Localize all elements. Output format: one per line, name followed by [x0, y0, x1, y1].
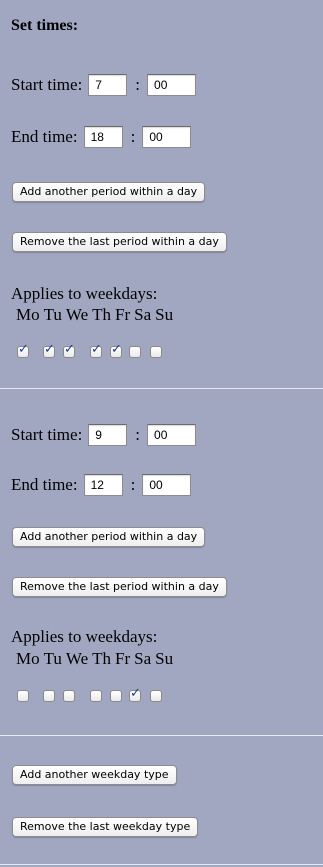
weekday-label: Mo [16, 305, 40, 324]
remove-period-button-1[interactable]: Remove the last period within a day [12, 232, 227, 252]
checkbox-tu[interactable] [43, 342, 55, 358]
start-minute-input-2[interactable]: 00 [147, 424, 197, 446]
applies-to-weekdays-label: Applies to weekdays: [11, 284, 158, 303]
remove-weekday-type-button[interactable]: Remove the last weekday type [12, 817, 199, 837]
weekday-label: Su [155, 649, 174, 668]
end-time-row-1: End time: 18 : 00 [11, 126, 192, 148]
weekday-label: We [65, 649, 89, 668]
add-period-button-2[interactable]: Add another period within a day [12, 527, 206, 547]
section-divider [0, 388, 323, 389]
weekday-label: We [65, 305, 89, 324]
weekday-label: Th [92, 305, 112, 324]
checkbox-su[interactable] [150, 690, 162, 702]
checkbox-mo[interactable] [17, 690, 29, 702]
weekday-header-2: Mo Tu We Th Fr Sa Su [16, 649, 177, 669]
page-title: Set times: [11, 17, 79, 34]
weekday-label: Fr [115, 649, 131, 668]
checkbox-mo[interactable] [17, 342, 29, 358]
checkbox-th[interactable] [90, 690, 102, 702]
weekday-label: Sa [134, 649, 152, 668]
weekday-label: Fr [115, 305, 131, 324]
end-hour-input-1[interactable]: 18 [83, 126, 123, 148]
checkbox-we[interactable] [63, 690, 75, 702]
weekday-label: Th [92, 649, 112, 668]
add-period-button-1[interactable]: Add another period within a day [12, 182, 206, 202]
weekday-label: Tu [43, 305, 62, 324]
weekday-label: Sa [134, 305, 152, 324]
start-hour-input-1[interactable]: 7 [88, 74, 128, 96]
start-time-row-1: Start time: 7 : 00 [11, 74, 197, 96]
end-hour-input-2[interactable]: 12 [83, 474, 123, 496]
end-time-label: End time: [11, 475, 78, 494]
end-minute-input-1[interactable]: 00 [142, 126, 192, 148]
end-minute-input-2[interactable]: 00 [142, 474, 192, 496]
checkbox-we[interactable] [63, 342, 75, 358]
section-divider [0, 735, 323, 736]
end-time-row-2: End time: 12 : 00 [11, 474, 192, 496]
colon-separator: : [135, 425, 141, 444]
checkbox-fr[interactable] [110, 690, 122, 702]
applies-to-weekdays-label: Applies to weekdays: [11, 627, 158, 646]
weekday-label: Su [155, 305, 174, 324]
checkbox-su[interactable] [150, 346, 162, 358]
checkbox-sa[interactable] [129, 686, 141, 702]
start-time-label: Start time: [11, 425, 83, 444]
checkbox-th[interactable] [90, 342, 102, 358]
weekday-label: Tu [43, 649, 62, 668]
start-time-label: Start time: [11, 75, 83, 94]
colon-separator: : [135, 75, 141, 94]
start-time-row-2: Start time: 9 : 00 [11, 424, 197, 446]
weekday-header-1: Mo Tu We Th Fr Sa Su [16, 305, 177, 325]
checkbox-tu[interactable] [43, 690, 55, 702]
checkbox-fr[interactable] [110, 342, 122, 358]
remove-period-button-2[interactable]: Remove the last period within a day [12, 577, 227, 597]
end-time-label: End time: [11, 127, 78, 146]
colon-separator: : [130, 475, 136, 494]
add-weekday-type-button[interactable]: Add another weekday type [12, 765, 177, 785]
checkbox-sa[interactable] [129, 346, 141, 358]
colon-separator: : [130, 127, 136, 146]
start-hour-input-2[interactable]: 9 [88, 424, 128, 446]
section-divider [0, 864, 323, 865]
start-minute-input-1[interactable]: 00 [147, 74, 197, 96]
weekday-label: Mo [16, 649, 40, 668]
